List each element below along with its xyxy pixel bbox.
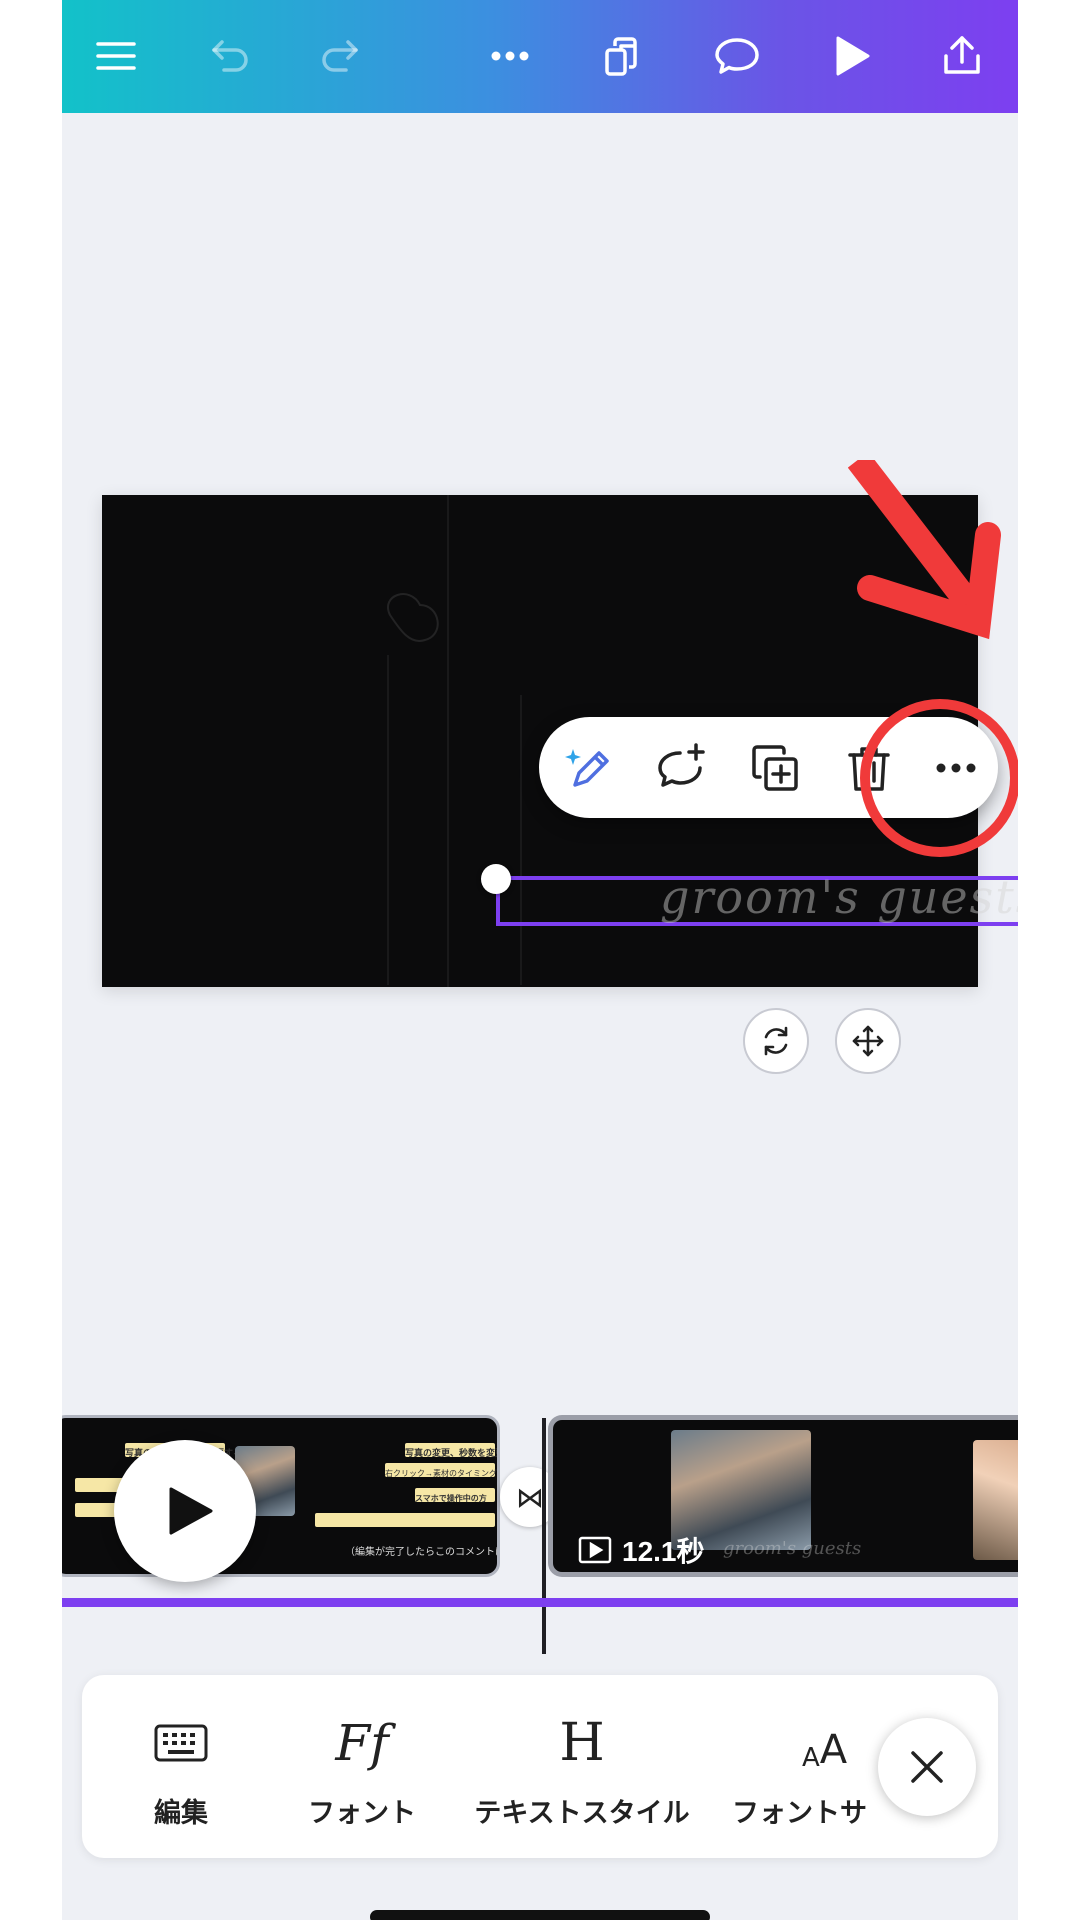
resize-handle[interactable]	[481, 864, 511, 894]
clip-note: 写真の変更、秒数を変更する場合	[405, 1443, 497, 1458]
red-arrow-annotation	[848, 460, 1001, 640]
timeline-play-button[interactable]	[114, 1440, 256, 1582]
toolbar-item-edit[interactable]: 編集	[116, 1675, 246, 1858]
clip-duration: 12.1秒	[578, 1530, 705, 1570]
undo-icon[interactable]	[196, 22, 264, 90]
magic-edit-icon[interactable]	[553, 733, 623, 803]
keyboard-icon	[153, 1713, 209, 1773]
font-icon: Ff	[335, 1714, 389, 1772]
clip-watermark-text: groom's guests	[723, 1538, 862, 1559]
timeline-playhead[interactable]	[542, 1418, 546, 1654]
selected-text-element[interactable]: groom's guests	[660, 870, 1018, 930]
clip-photo	[973, 1440, 1018, 1560]
audio-track[interactable]	[62, 1598, 1018, 1607]
play-icon[interactable]	[816, 22, 884, 90]
copy-pages-icon[interactable]	[589, 22, 657, 90]
highlight-circle-annotation	[860, 699, 1018, 857]
clip-note: 右クリック→素材のタイミング	[385, 1463, 497, 1478]
comment-icon[interactable]	[703, 22, 771, 90]
share-icon[interactable]	[928, 22, 996, 90]
add-comment-icon[interactable]	[646, 733, 716, 803]
clip-note-text: （編集が完了したらこのコメントは削除	[345, 1547, 497, 1558]
guide-line	[520, 695, 522, 985]
timeline-clip-selected[interactable]: groom's guests 12.1秒	[548, 1415, 1018, 1577]
editor-app: groom's guests 写真の変更、秒数を変 右クリック→素材のタイミング…	[62, 0, 1018, 1920]
clip-note	[315, 1513, 495, 1527]
text-style-icon: H	[559, 1713, 605, 1773]
duplicate-icon[interactable]	[740, 733, 810, 803]
clip-duration-label: 12.1秒	[622, 1536, 705, 1567]
toolbar-item-font[interactable]: Ff フォント	[292, 1675, 432, 1858]
guide-line	[447, 495, 449, 987]
video-icon	[578, 1536, 612, 1564]
guide-line	[387, 655, 389, 985]
faint-decoration-icon	[387, 593, 439, 642]
text-toolbar: 編集 Ff フォント H テキストスタイル AA フォントサ	[82, 1675, 998, 1858]
redo-icon[interactable]	[306, 22, 374, 90]
rotate-icon[interactable]	[743, 1008, 809, 1074]
move-icon[interactable]	[835, 1008, 901, 1074]
toolbar-item-text-style[interactable]: H テキストスタイル	[472, 1675, 692, 1858]
close-icon[interactable]	[878, 1718, 976, 1816]
clip-note: スマホで操作中の方	[415, 1488, 495, 1503]
top-toolbar	[62, 0, 1018, 113]
more-icon[interactable]	[476, 22, 544, 90]
font-size-icon: AA	[802, 1727, 848, 1773]
home-indicator	[370, 1910, 710, 1920]
menu-icon[interactable]	[82, 22, 150, 90]
toolbar-item-font-size[interactable]: AA フォントサ	[732, 1675, 892, 1858]
